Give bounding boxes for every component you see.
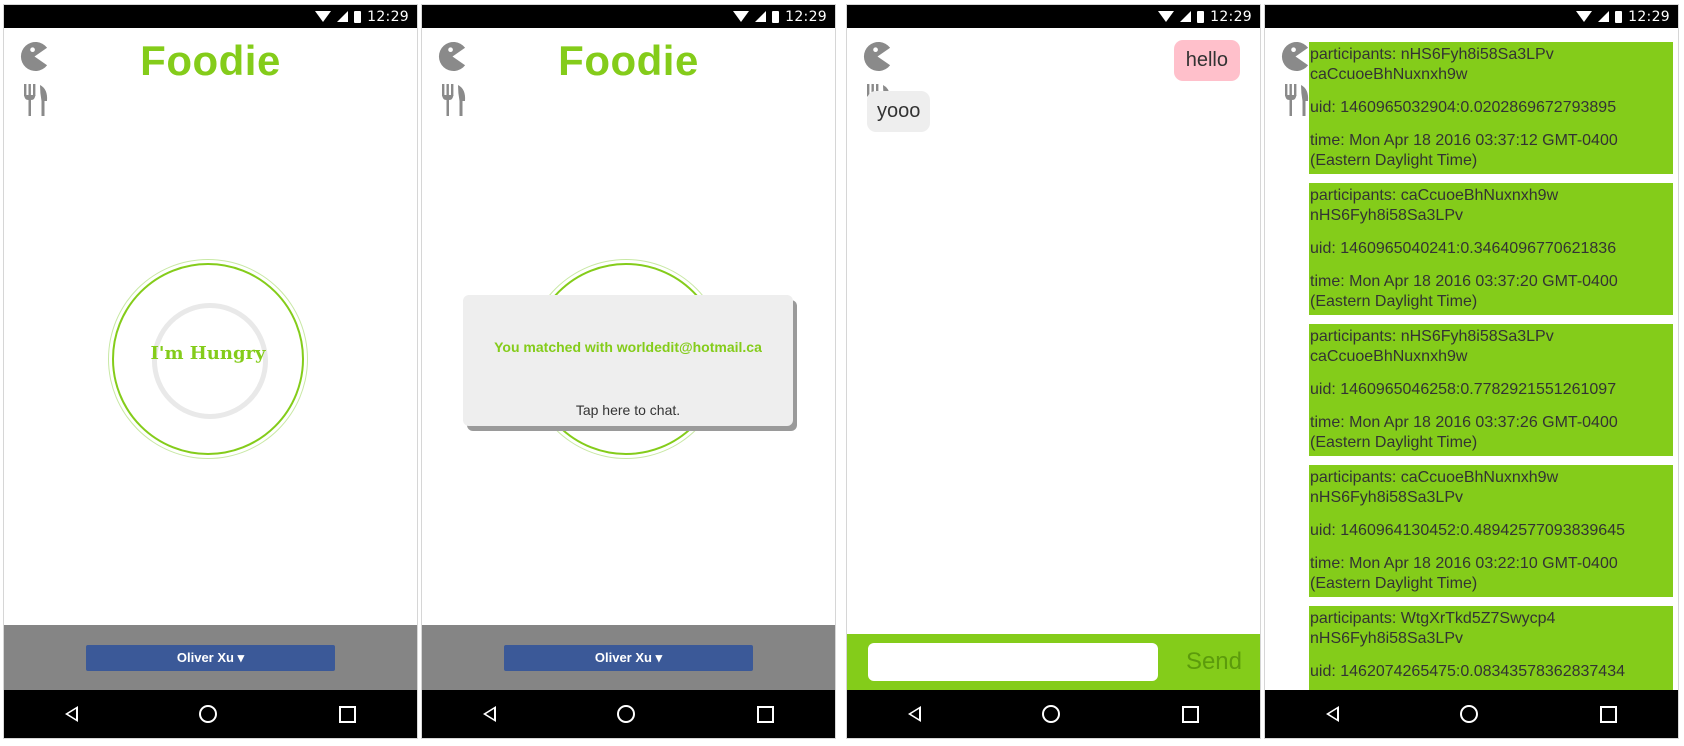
conversation-uid: uid: 1460965046258:0.7782921551261097 [1310, 381, 1617, 398]
conversation-uid: uid: 1462074265475:0.08343578362837434 [1310, 663, 1625, 680]
wifi-icon [1158, 11, 1175, 22]
back-icon[interactable] [1325, 706, 1339, 722]
message-input[interactable] [868, 643, 1158, 681]
conversation-time: time: Mon Apr 18 2016 03:37:20 GMT-0400 … [1310, 273, 1618, 310]
send-button[interactable]: Send [1178, 634, 1250, 690]
conversation-participants: participants: caCcuoeBhNuxnxh9w nHS6Fyh8… [1310, 469, 1559, 506]
battery-icon [1615, 10, 1623, 23]
signal-icon [337, 11, 349, 22]
conversation-item[interactable]: participants: nHS6Fyh8i58Sa3LPv caCcuoeB… [1309, 324, 1673, 456]
conversation-item[interactable]: participants: WtgXrTkd5Z7Swycp4 nHS6Fyh8… [1309, 606, 1673, 698]
status-bar: 12:29 [1265, 5, 1678, 28]
pacman-icon[interactable] [1280, 41, 1311, 72]
message-outgoing: hello [1173, 40, 1240, 81]
hungry-label: I'm Hungry [150, 343, 266, 364]
status-clock: 12:29 [1210, 8, 1252, 25]
home-icon[interactable] [199, 705, 218, 723]
nav-bar [1265, 690, 1678, 738]
nav-bar [4, 690, 417, 738]
fork-knife-icon[interactable] [440, 83, 468, 117]
battery-icon [354, 10, 362, 23]
screen-home: 12:29 Foodie I'm Hungry Oliver Xu ▾ [4, 5, 417, 738]
recent-apps-icon[interactable] [339, 705, 357, 723]
tap-to-chat-link[interactable]: Tap here to chat. [463, 402, 793, 418]
status-bar: 12:29 [4, 5, 417, 28]
back-icon[interactable] [907, 706, 921, 722]
conversation-participants: participants: caCcuoeBhNuxnxh9w nHS6Fyh8… [1310, 187, 1559, 224]
hungry-plate-button[interactable]: I'm Hungry [112, 263, 304, 455]
match-popup[interactable]: You matched with worldedit@hotmail.ca Ta… [463, 295, 793, 426]
message-incoming: yooo [867, 91, 931, 132]
back-icon[interactable] [482, 706, 496, 722]
wifi-icon [1576, 11, 1593, 22]
status-clock: 12:29 [785, 8, 827, 25]
recent-apps-icon[interactable] [1600, 705, 1618, 723]
status-clock: 12:29 [367, 8, 409, 25]
status-bar: 12:29 [422, 5, 835, 28]
conversation-item[interactable]: participants: caCcuoeBhNuxnxh9w nHS6Fyh8… [1309, 183, 1673, 315]
conversation-item[interactable]: participants: caCcuoeBhNuxnxh9w nHS6Fyh8… [1309, 465, 1673, 597]
app-logo: Foodie [558, 37, 699, 84]
facebook-account-button[interactable]: Oliver Xu ▾ [86, 645, 335, 671]
signal-icon [1180, 11, 1192, 22]
nav-bar [422, 690, 835, 738]
screen-match: 12:29 Foodie You matched with worldedit@… [422, 5, 835, 738]
home-icon[interactable] [1460, 705, 1479, 723]
screen-chat: 12:29 hello yooo Send [847, 5, 1260, 738]
match-title: You matched with worldedit@hotmail.ca [494, 339, 762, 355]
home-icon[interactable] [1042, 705, 1061, 723]
conversation-item[interactable]: participants: nHS6Fyh8i58Sa3LPv caCcuoeB… [1309, 42, 1673, 174]
status-bar: 12:29 [847, 5, 1260, 28]
fork-knife-icon[interactable] [1283, 83, 1311, 117]
conversation-uid: uid: 1460965040241:0.3464096770621836 [1310, 240, 1617, 257]
facebook-account-button[interactable]: Oliver Xu ▾ [504, 645, 753, 671]
signal-icon [1598, 11, 1610, 22]
signal-icon [755, 11, 767, 22]
login-footer: Oliver Xu ▾ [422, 625, 835, 690]
app-logo: Foodie [140, 37, 281, 84]
home-icon[interactable] [617, 705, 636, 723]
nav-bar [847, 690, 1260, 738]
conversation-time: time: Mon Apr 18 2016 03:22:10 GMT-0400 … [1310, 555, 1618, 592]
conversation-uid: uid: 1460964130452:0.48942577093839645 [1310, 522, 1625, 539]
battery-icon [772, 10, 780, 23]
conversation-list: participants: nHS6Fyh8i58Sa3LPv caCcuoeB… [1309, 42, 1673, 707]
wifi-icon [315, 11, 332, 22]
conversation-uid: uid: 1460965032904:0.0202869672793895 [1310, 99, 1617, 116]
fork-knife-icon[interactable] [22, 83, 50, 117]
battery-icon [1197, 10, 1205, 23]
recent-apps-icon[interactable] [1182, 705, 1200, 723]
chat-compose-bar: Send [847, 634, 1260, 690]
conversation-participants: participants: WtgXrTkd5Z7Swycp4 nHS6Fyh8… [1310, 610, 1556, 647]
pacman-icon[interactable] [862, 41, 893, 72]
conversation-time: time: Mon Apr 18 2016 03:37:26 GMT-0400 … [1310, 414, 1618, 451]
wifi-icon [733, 11, 750, 22]
screen-conversations: 12:29 participants: nHS6Fyh8i58Sa3LPv ca… [1265, 5, 1678, 738]
recent-apps-icon[interactable] [757, 705, 775, 723]
login-footer: Oliver Xu ▾ [4, 625, 417, 690]
conversation-participants: participants: nHS6Fyh8i58Sa3LPv caCcuoeB… [1310, 328, 1554, 365]
status-clock: 12:29 [1628, 8, 1670, 25]
back-icon[interactable] [64, 706, 78, 722]
conversation-time: time: Mon Apr 18 2016 03:37:12 GMT-0400 … [1310, 132, 1618, 169]
conversation-participants: participants: nHS6Fyh8i58Sa3LPv caCcuoeB… [1310, 46, 1554, 83]
